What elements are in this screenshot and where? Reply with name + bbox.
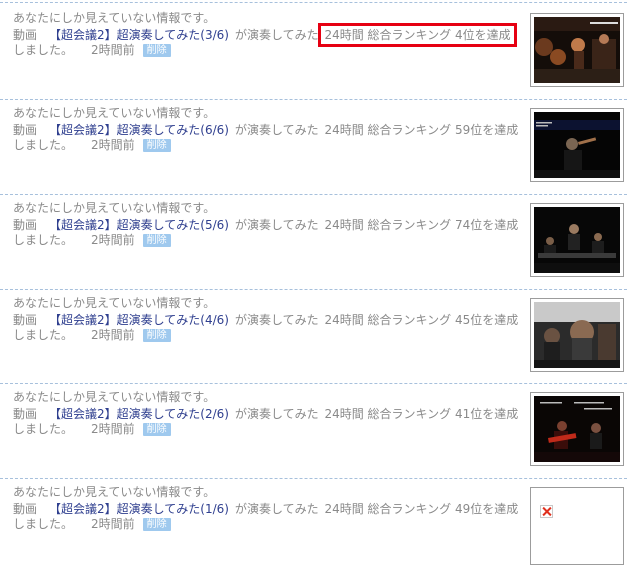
ranking-text: 24時間 総合ランキング 59位を達成 [324,123,519,137]
delete-button[interactable]: 削除 [142,518,171,531]
timestamp: 2時間前 [91,43,135,57]
separator [0,289,627,290]
timestamp: 2時間前 [91,138,135,152]
private-notice: あなたにしか見えていない情報です。 [13,296,216,310]
action-text: が演奏してみた [234,123,319,137]
guitarist-thumbnail-image [534,396,620,462]
private-notice: あなたにしか見えていない情報です。 [13,390,216,404]
video-title-link[interactable]: 【超会議2】超演奏してみた(4/6) [49,313,229,327]
ranking-text: 24時間 総合ランキング 41位を達成 [324,407,519,421]
video-title-link[interactable]: 【超会議2】超演奏してみた(3/6) [49,28,229,42]
delete-button[interactable]: 削除 [142,329,171,342]
ensemble-thumbnail-image [534,207,620,273]
separator [0,194,627,195]
ending-text: しました。 [13,422,74,436]
video-thumbnail[interactable] [530,108,624,182]
timestamp: 2時間前 [91,422,135,436]
timestamp: 2時間前 [91,328,135,342]
delete-button[interactable]: 削除 [142,423,171,436]
ending-text: しました。 [13,328,74,342]
timestamp: 2時間前 [91,517,135,531]
type-label: 動画 [13,28,38,42]
ending-text: しました。 [13,43,74,57]
video-thumbnail[interactable] [530,487,624,565]
type-label: 動画 [13,407,38,421]
action-text: が演奏してみた [234,407,319,421]
action-text: が演奏してみた [234,28,319,42]
entry-description: 動画 【超会議2】超演奏してみた(5/6) が演奏してみた 24時間 総合ランキング… [13,218,526,248]
ranking-text: 24時間 総合ランキング 45位を達成 [324,313,519,327]
entry-description: 動画 【超会議2】超演奏してみた(3/6) が演奏してみた 24時間 総合ランキング… [13,23,526,58]
crowd-thumbnail-image [534,302,620,368]
concert-thumbnail-image [534,17,620,83]
timestamp: 2時間前 [91,233,135,247]
separator [0,2,627,3]
video-title-link[interactable]: 【超会議2】超演奏してみた(1/6) [49,502,229,516]
video-title-link[interactable]: 【超会議2】超演奏してみた(2/6) [49,407,229,421]
type-label: 動画 [13,123,38,137]
entry-description: 動画 【超会議2】超演奏してみた(6/6) が演奏してみた 24時間 総合ランキング… [13,123,526,153]
type-label: 動画 [13,313,38,327]
delete-button[interactable]: 削除 [142,44,171,57]
ending-text: しました。 [13,138,74,152]
separator [0,383,627,384]
action-text: が演奏してみた [234,502,319,516]
type-label: 動画 [13,218,38,232]
separator [0,99,627,100]
ranking-text: 24時間 総合ランキング 4位を達成 [318,23,517,47]
video-title-link[interactable]: 【超会議2】超演奏してみた(5/6) [49,218,229,232]
entry-description: 動画 【超会議2】超演奏してみた(1/6) が演奏してみた 24時間 総合ランキング… [13,502,526,532]
broken-image-icon [540,505,553,518]
private-notice: あなたにしか見えていない情報です。 [13,11,216,25]
ranking-text: 24時間 総合ランキング 74位を達成 [324,218,519,232]
ranking-text: 24時間 総合ランキング 49位を達成 [324,502,519,516]
private-notice: あなたにしか見えていない情報です。 [13,485,216,499]
private-notice: あなたにしか見えていない情報です。 [13,201,216,215]
private-notice: あなたにしか見えていない情報です。 [13,106,216,120]
entry-description: 動画 【超会議2】超演奏してみた(4/6) が演奏してみた 24時間 総合ランキング… [13,313,526,343]
video-thumbnail[interactable] [530,392,624,466]
video-thumbnail[interactable] [530,13,624,87]
type-label: 動画 [13,502,38,516]
video-title-link[interactable]: 【超会議2】超演奏してみた(6/6) [49,123,229,137]
separator [0,478,627,479]
video-thumbnail[interactable] [530,298,624,372]
video-thumbnail[interactable] [530,203,624,277]
action-text: が演奏してみた [234,218,319,232]
activity-feed: あなたにしか見えていない情報です。 動画 【超会議2】超演奏してみた(3/6) が演… [0,0,627,573]
ending-text: しました。 [13,233,74,247]
entry-description: 動画 【超会議2】超演奏してみた(2/6) が演奏してみた 24時間 総合ランキング… [13,407,526,437]
delete-button[interactable]: 削除 [142,139,171,152]
action-text: が演奏してみた [234,313,319,327]
ending-text: しました。 [13,517,74,531]
delete-button[interactable]: 削除 [142,234,171,247]
violinist-thumbnail-image [534,112,620,178]
